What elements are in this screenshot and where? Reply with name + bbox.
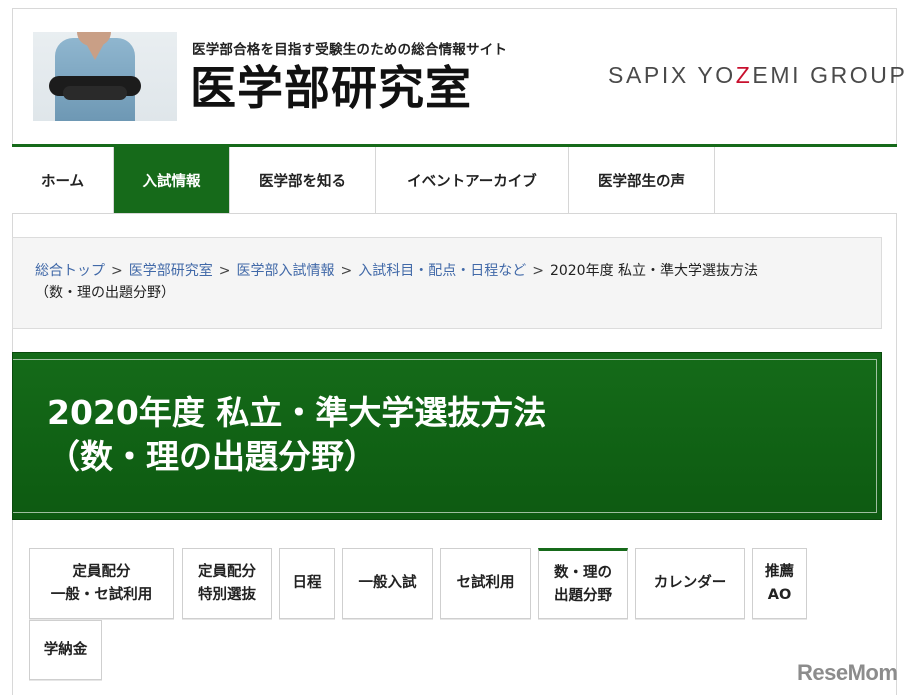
breadcrumb-separator: > — [532, 263, 544, 279]
tab-label: 日程 — [292, 575, 322, 591]
tab-general-exam[interactable]: 一般入試 — [342, 548, 433, 619]
tab-label: 一般・セ試利用 — [50, 586, 153, 603]
nav-item-home[interactable]: ホーム — [12, 147, 114, 213]
main-nav: ホーム 入試情報 医学部を知る イベントアーカイブ 医学部生の声 — [12, 144, 897, 214]
nav-item-event-archive[interactable]: イベントアーカイブ — [376, 147, 569, 213]
breadcrumb-current-cont: （数・理の出題分野） — [35, 285, 175, 301]
tab-capacity-special[interactable]: 定員配分 特別選抜 — [182, 548, 272, 619]
tab-label: AO — [767, 586, 792, 603]
site-header: 医学部合格を目指す受験生のための総合情報サイト 医学部研究室 SAPIX YOZ… — [12, 8, 905, 146]
breadcrumb-link-med-lab[interactable]: 医学部研究室 — [129, 263, 213, 279]
tab-label: 数・理の — [554, 564, 612, 581]
tab-center-exam[interactable]: セ試利用 — [440, 548, 531, 619]
tab-calendar[interactable]: カレンダー — [635, 548, 745, 619]
site-title-logo[interactable]: 医学部研究室 — [190, 60, 472, 116]
breadcrumb-link-subjects[interactable]: 入試科目・配点・日程など — [358, 263, 526, 279]
breadcrumb-separator: > — [340, 263, 353, 279]
page-title-banner: 2020年度 私立・準大学選抜方法 （数・理の出題分野） — [12, 352, 882, 520]
site-tagline: 医学部合格を目指す受験生のための総合情報サイト — [192, 42, 508, 58]
nav-item-student-voices[interactable]: 医学部生の声 — [569, 147, 715, 213]
tab-schedule[interactable]: 日程 — [279, 548, 335, 619]
tab-label: 定員配分 — [198, 563, 256, 580]
tab-label: 定員配分 — [72, 563, 131, 580]
sapix-yozemi-logo[interactable]: SAPIX YOZEMI GROUP — [608, 62, 907, 89]
brand-text-z: Z — [735, 62, 753, 88]
breadcrumb-separator: > — [218, 263, 231, 279]
doctor-photo — [33, 32, 177, 121]
nav-item-about-med[interactable]: 医学部を知る — [230, 147, 376, 213]
breadcrumb-separator: > — [111, 263, 123, 279]
brand-text-b: EMI GROUP — [752, 62, 908, 88]
tab-tuition[interactable]: 学納金 — [29, 620, 102, 680]
tab-label: カレンダー — [653, 575, 727, 591]
nav-item-exam-info[interactable]: 入試情報 — [114, 147, 230, 213]
brand-text-a: SAPIX YO — [608, 62, 736, 88]
breadcrumb-link-exam-info[interactable]: 医学部入試情報 — [236, 263, 334, 279]
breadcrumb-line1: 総合トップ > 医学部研究室 > 医学部入試情報 > 入試科目・配点・日程など >2020年度… — [35, 260, 881, 282]
tab-label: 一般入試 — [358, 575, 417, 591]
tab-math-science-fields[interactable]: 数・理の 出題分野 — [538, 548, 628, 619]
breadcrumb-link-top[interactable]: 総合トップ — [35, 263, 105, 279]
page-title: 2020年度 私立・準大学選抜方法 （数・理の出題分野） — [47, 391, 546, 479]
resemom-watermark: ReseMom — [797, 660, 898, 685]
tab-label: 推薦 — [765, 563, 794, 580]
tab-label: 学納金 — [43, 641, 88, 658]
breadcrumb-current: 2020年度 私立・準大学選抜方法 — [549, 263, 759, 279]
page-title-line1: 2020年度 私立・準大学選抜方法 — [47, 393, 547, 432]
tab-label: 特別選抜 — [198, 586, 256, 603]
tab-capacity-general[interactable]: 定員配分 一般・セ試利用 — [29, 548, 174, 619]
tab-label: 出題分野 — [554, 587, 612, 604]
tab-label: セ試利用 — [456, 575, 515, 591]
tab-recommend-ao[interactable]: 推薦 AO — [752, 548, 807, 619]
breadcrumb: 総合トップ > 医学部研究室 > 医学部入試情報 > 入試科目・配点・日程など >2020年度… — [12, 237, 882, 329]
page-title-line2: （数・理の出題分野） — [47, 437, 377, 476]
